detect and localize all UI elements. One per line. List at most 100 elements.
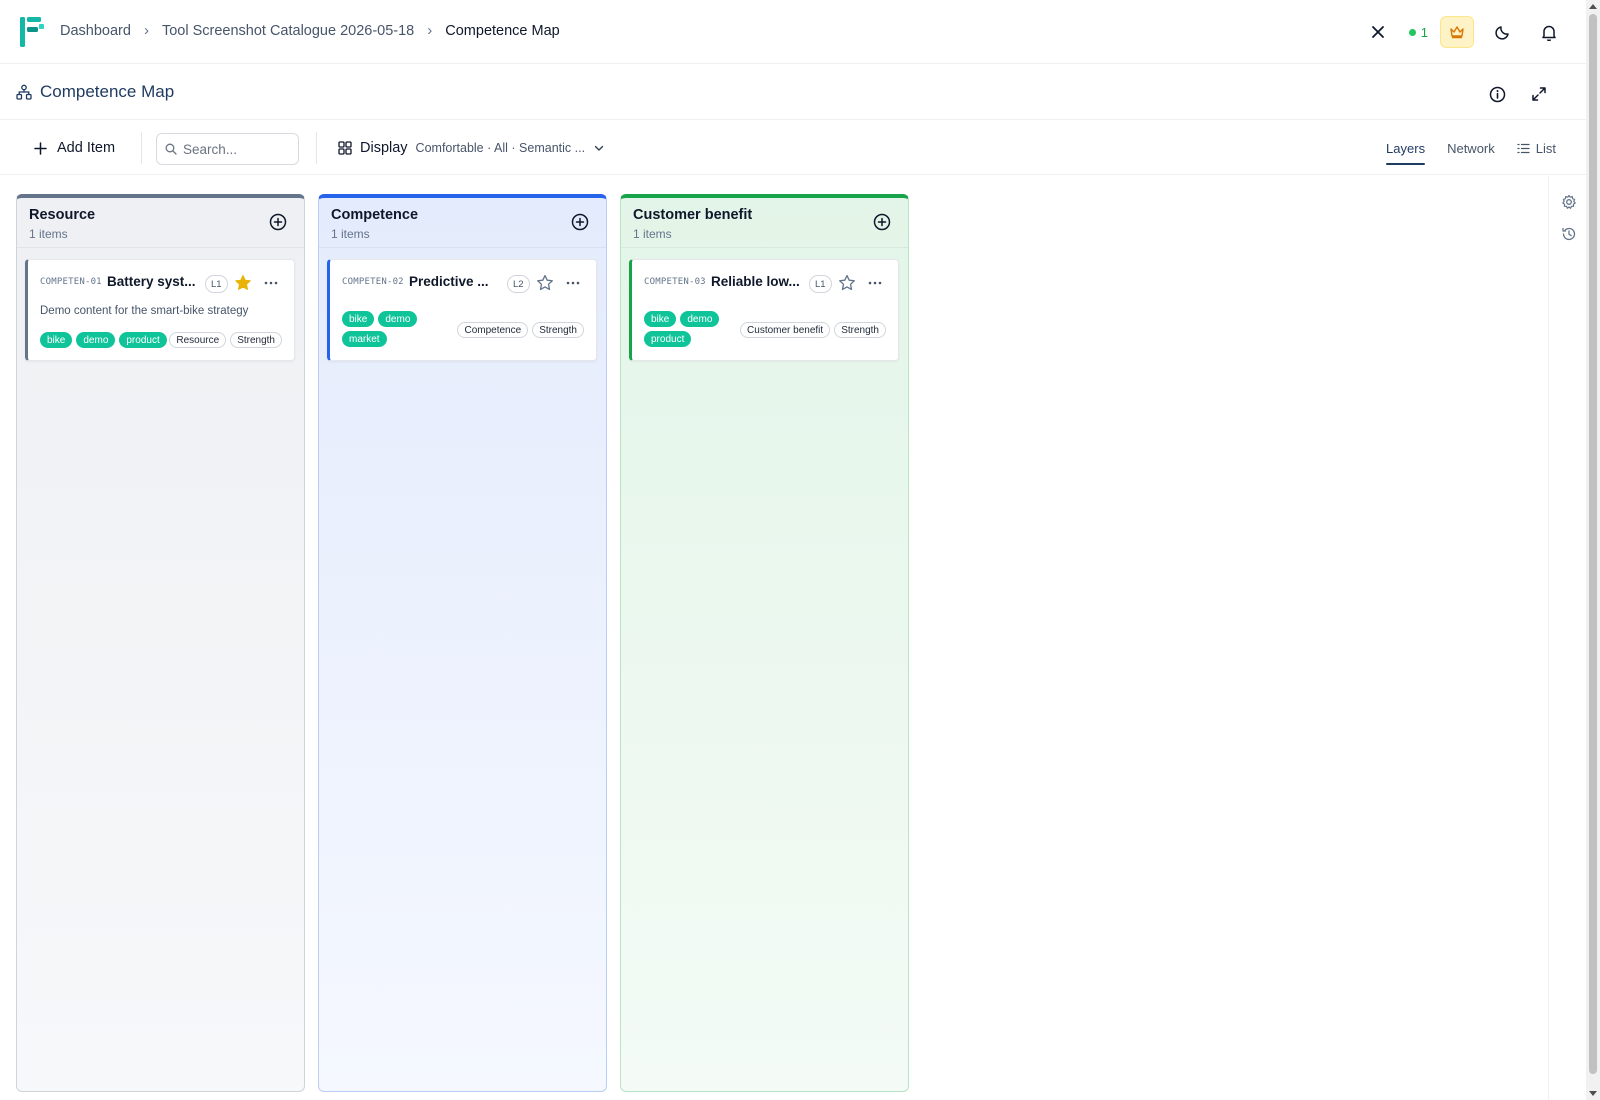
history-icon[interactable] [1561,226,1577,242]
tab-list-label: List [1535,140,1556,156]
display-options-button[interactable]: Display Comfortable · All · Semantic ... [338,133,605,163]
column-count: 1 items [29,227,68,241]
more-horizontal-icon[interactable] [262,274,280,292]
item-code: COMPETEN-01 [40,277,102,287]
toolbar: Add Item Display Comfortable · All · Sem… [0,120,1586,175]
type-chip: Strength [230,332,282,348]
info-button[interactable] [1480,78,1514,110]
tab-network-label: Network [1447,140,1495,156]
item-card[interactable]: COMPETEN-02 Predictive ... L2 bike demo … [327,259,597,361]
item-code: COMPETEN-03 [644,277,706,287]
more-horizontal-icon[interactable] [866,274,884,292]
page-title-text: Competence Map [40,82,175,101]
column-title: Resource [29,207,96,223]
column-customer-benefit: Customer benefit 1 items COMPETEN-03 Rel… [620,194,909,1092]
breadcrumb-dashboard[interactable]: Dashboard [60,23,131,39]
more-horizontal-icon[interactable] [564,274,582,292]
app-logo-icon[interactable] [20,17,44,47]
divider [141,132,142,164]
info-icon [1489,86,1505,102]
scroll-up-arrow-icon[interactable] [1589,4,1597,9]
column-header: Customer benefit 1 items [621,198,908,248]
column-resource: Resource 1 items COMPETEN-01 Battery sys… [16,194,305,1092]
dark-mode-toggle[interactable] [1486,16,1520,48]
breadcrumb: Dashboard › Tool Screenshot Catalogue 20… [60,22,560,39]
chevron-down-icon [594,145,604,151]
level-badge: L2 [507,275,530,293]
classification-chips: Competence Strength [457,322,584,338]
page-header: Competence Map [0,64,1586,120]
add-item-label: Add Item [57,140,116,156]
tab-network[interactable]: Network [1447,132,1495,164]
breadcrumb-catalogue[interactable]: Tool Screenshot Catalogue 2026-05-18 [162,23,414,39]
classification-chips: Resource Strength [169,332,282,348]
tag: demo [680,311,720,327]
list-icon [1517,143,1530,153]
tag-list: bike demo market [342,311,422,347]
notifications-button[interactable] [1532,16,1566,48]
online-dot-icon [1408,28,1416,36]
grid-icon [338,141,352,155]
moon-icon [1495,26,1509,40]
level-badge: L1 [205,275,228,293]
crown-icon [1450,26,1464,39]
star-outline-icon[interactable] [536,274,554,292]
item-name: Battery syst... [107,274,196,289]
column-competence: Competence 1 items COMPETEN-02 Predictiv… [318,194,607,1092]
scroll-down-arrow-icon[interactable] [1589,1091,1597,1096]
item-card[interactable]: COMPETEN-03 Reliable low... L1 bike demo… [629,259,899,361]
column-count: 1 items [633,227,672,241]
view-switcher: Layers Network List [1386,132,1556,165]
item-description: Demo content for the smart-bike strategy… [40,305,249,317]
star-filled-icon[interactable] [234,274,252,292]
column-count: 1 items [331,227,370,241]
star-outline-icon[interactable] [838,274,856,292]
top-bar: Dashboard › Tool Screenshot Catalogue 20… [0,0,1586,64]
type-chip: Strength [532,322,584,338]
tab-list[interactable]: List [1517,132,1556,164]
column-header: Competence 1 items [319,198,606,248]
online-count: 1 [1420,24,1428,40]
online-presence[interactable]: 1 [1408,24,1428,40]
search-box[interactable] [156,133,299,165]
tag: demo [378,311,418,327]
item-name: Predictive ... [409,274,489,289]
tab-layers-label: Layers [1386,140,1426,156]
tab-layers[interactable]: Layers [1386,132,1426,165]
level-badge: L1 [809,275,832,293]
column-title: Customer benefit [633,207,753,223]
bell-icon [1542,25,1556,41]
display-label: Display [360,140,408,156]
settings-gear-icon[interactable] [1561,194,1577,210]
item-name: Reliable low... [711,274,800,289]
tag: product [119,332,167,348]
tag: product [644,331,692,347]
add-item-button[interactable]: Add Item [30,133,119,163]
item-code: COMPETEN-02 [342,277,404,287]
layer-chip: Customer benefit [740,322,831,338]
tag: bike [40,332,73,348]
add-circle-icon[interactable] [872,212,892,232]
close-button[interactable] [1361,16,1395,48]
hierarchy-icon [16,84,32,100]
add-circle-icon[interactable] [570,212,590,232]
display-summary: Comfortable · All · Semantic ... [415,141,586,155]
close-icon [1371,26,1384,38]
fullscreen-button[interactable] [1522,78,1556,110]
tag: bike [644,311,677,327]
premium-button[interactable] [1440,16,1474,48]
classification-chips: Customer benefit Strength [740,322,886,338]
tag-list: bike demo product [40,332,180,348]
type-chip: Strength [834,322,886,338]
chevron-right-icon: › [143,22,149,39]
tag: market [342,331,387,347]
layer-chip: Competence [457,322,529,338]
tag-list: bike demo product [644,311,724,347]
add-circle-icon[interactable] [268,212,288,232]
scrollbar-thumb[interactable] [1589,14,1597,1074]
right-rail [1548,176,1586,1100]
item-card[interactable]: COMPETEN-01 Battery syst... L1 Demo cont… [25,259,295,361]
vertical-scrollbar[interactable] [1586,0,1600,1100]
breadcrumb-current: Competence Map [445,22,560,39]
search-input[interactable] [183,141,293,157]
